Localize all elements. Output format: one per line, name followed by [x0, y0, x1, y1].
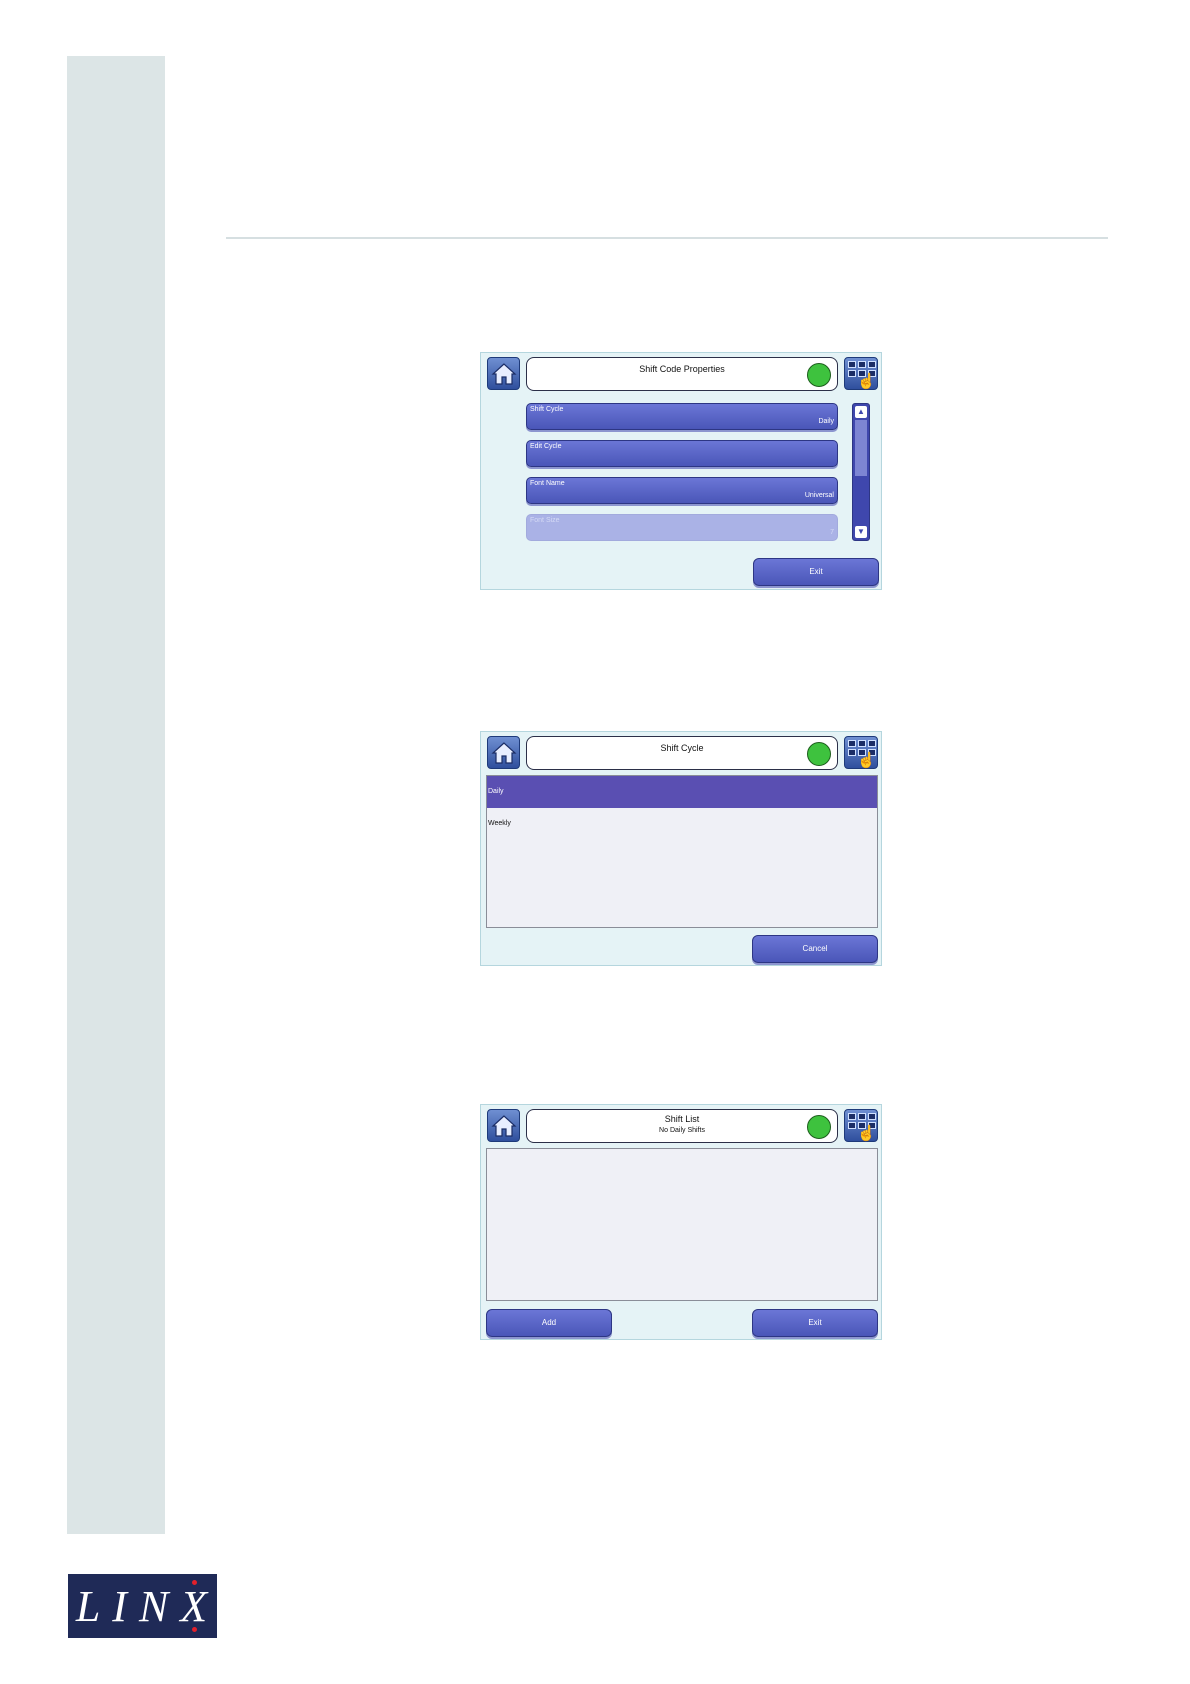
linx-logo: LINX [68, 1574, 217, 1638]
screen-title: Shift Cycle [660, 743, 704, 753]
home-button[interactable] [487, 1109, 520, 1142]
menu-button[interactable]: ☝ [844, 1109, 878, 1142]
menu-button[interactable]: ☝ [844, 357, 878, 390]
side-band [67, 56, 165, 1534]
pointer-hand-icon: ☝ [857, 752, 876, 769]
scroll-thumb[interactable] [855, 420, 867, 476]
exit-button[interactable]: Exit [753, 558, 879, 586]
font-name-button[interactable]: Font Name Universal [526, 477, 838, 504]
scroll-down-icon[interactable]: ▼ [855, 526, 867, 538]
pointer-hand-icon: ☝ [857, 1125, 876, 1142]
header-rule [226, 237, 1108, 239]
home-icon [490, 741, 517, 764]
add-button[interactable]: Add [486, 1309, 612, 1337]
font-size-button: Font Size 7 [526, 514, 838, 541]
status-indicator-icon [807, 1115, 831, 1139]
screen-title: Shift Code Properties [639, 364, 725, 374]
logo-dot-bottom [192, 1627, 197, 1632]
field-label: Font Name [530, 480, 565, 487]
screen-subtitle: No Daily Shifts [659, 1127, 705, 1134]
title-box: Shift Cycle [526, 736, 838, 770]
shift-cycle-list: Daily Weekly [486, 775, 878, 928]
shift-code-properties-screen: Shift Code Properties ☝ Shift Cycle Dail… [480, 352, 882, 590]
status-indicator-icon [807, 363, 831, 387]
list-item-daily[interactable]: Daily [487, 776, 877, 808]
field-label: Edit Cycle [530, 443, 562, 450]
menu-button[interactable]: ☝ [844, 736, 878, 769]
home-button[interactable] [487, 357, 520, 390]
screen-title: Shift List [664, 1114, 700, 1124]
home-icon [490, 362, 517, 385]
shift-list-screen: Shift List No Daily Shifts ☝ Add Exit [480, 1104, 882, 1340]
logo-dot-top [192, 1580, 197, 1585]
home-icon [490, 1114, 517, 1137]
field-value: Daily [818, 418, 834, 425]
shift-cycle-screen: Shift Cycle ☝ Daily Weekly Cancel [480, 731, 882, 966]
field-label: Font Size [530, 517, 560, 524]
shift-cycle-button[interactable]: Shift Cycle Daily [526, 403, 838, 430]
field-label: Shift Cycle [530, 406, 564, 413]
list-item-weekly[interactable]: Weekly [487, 808, 877, 840]
logo-text: LINX [75, 1581, 220, 1631]
title-box: Shift Code Properties [526, 357, 838, 391]
field-value: 7 [830, 529, 834, 536]
scroll-up-icon[interactable]: ▲ [855, 406, 867, 418]
cancel-button[interactable]: Cancel [752, 935, 878, 963]
title-box: Shift List No Daily Shifts [526, 1109, 838, 1143]
exit-button[interactable]: Exit [752, 1309, 878, 1337]
home-button[interactable] [487, 736, 520, 769]
field-value: Universal [804, 492, 834, 499]
edit-cycle-button[interactable]: Edit Cycle [526, 440, 838, 467]
status-indicator-icon [807, 742, 831, 766]
shift-list-area [486, 1148, 878, 1301]
scrollbar[interactable]: ▲ ▼ [852, 403, 870, 541]
pointer-hand-icon: ☝ [857, 373, 876, 390]
